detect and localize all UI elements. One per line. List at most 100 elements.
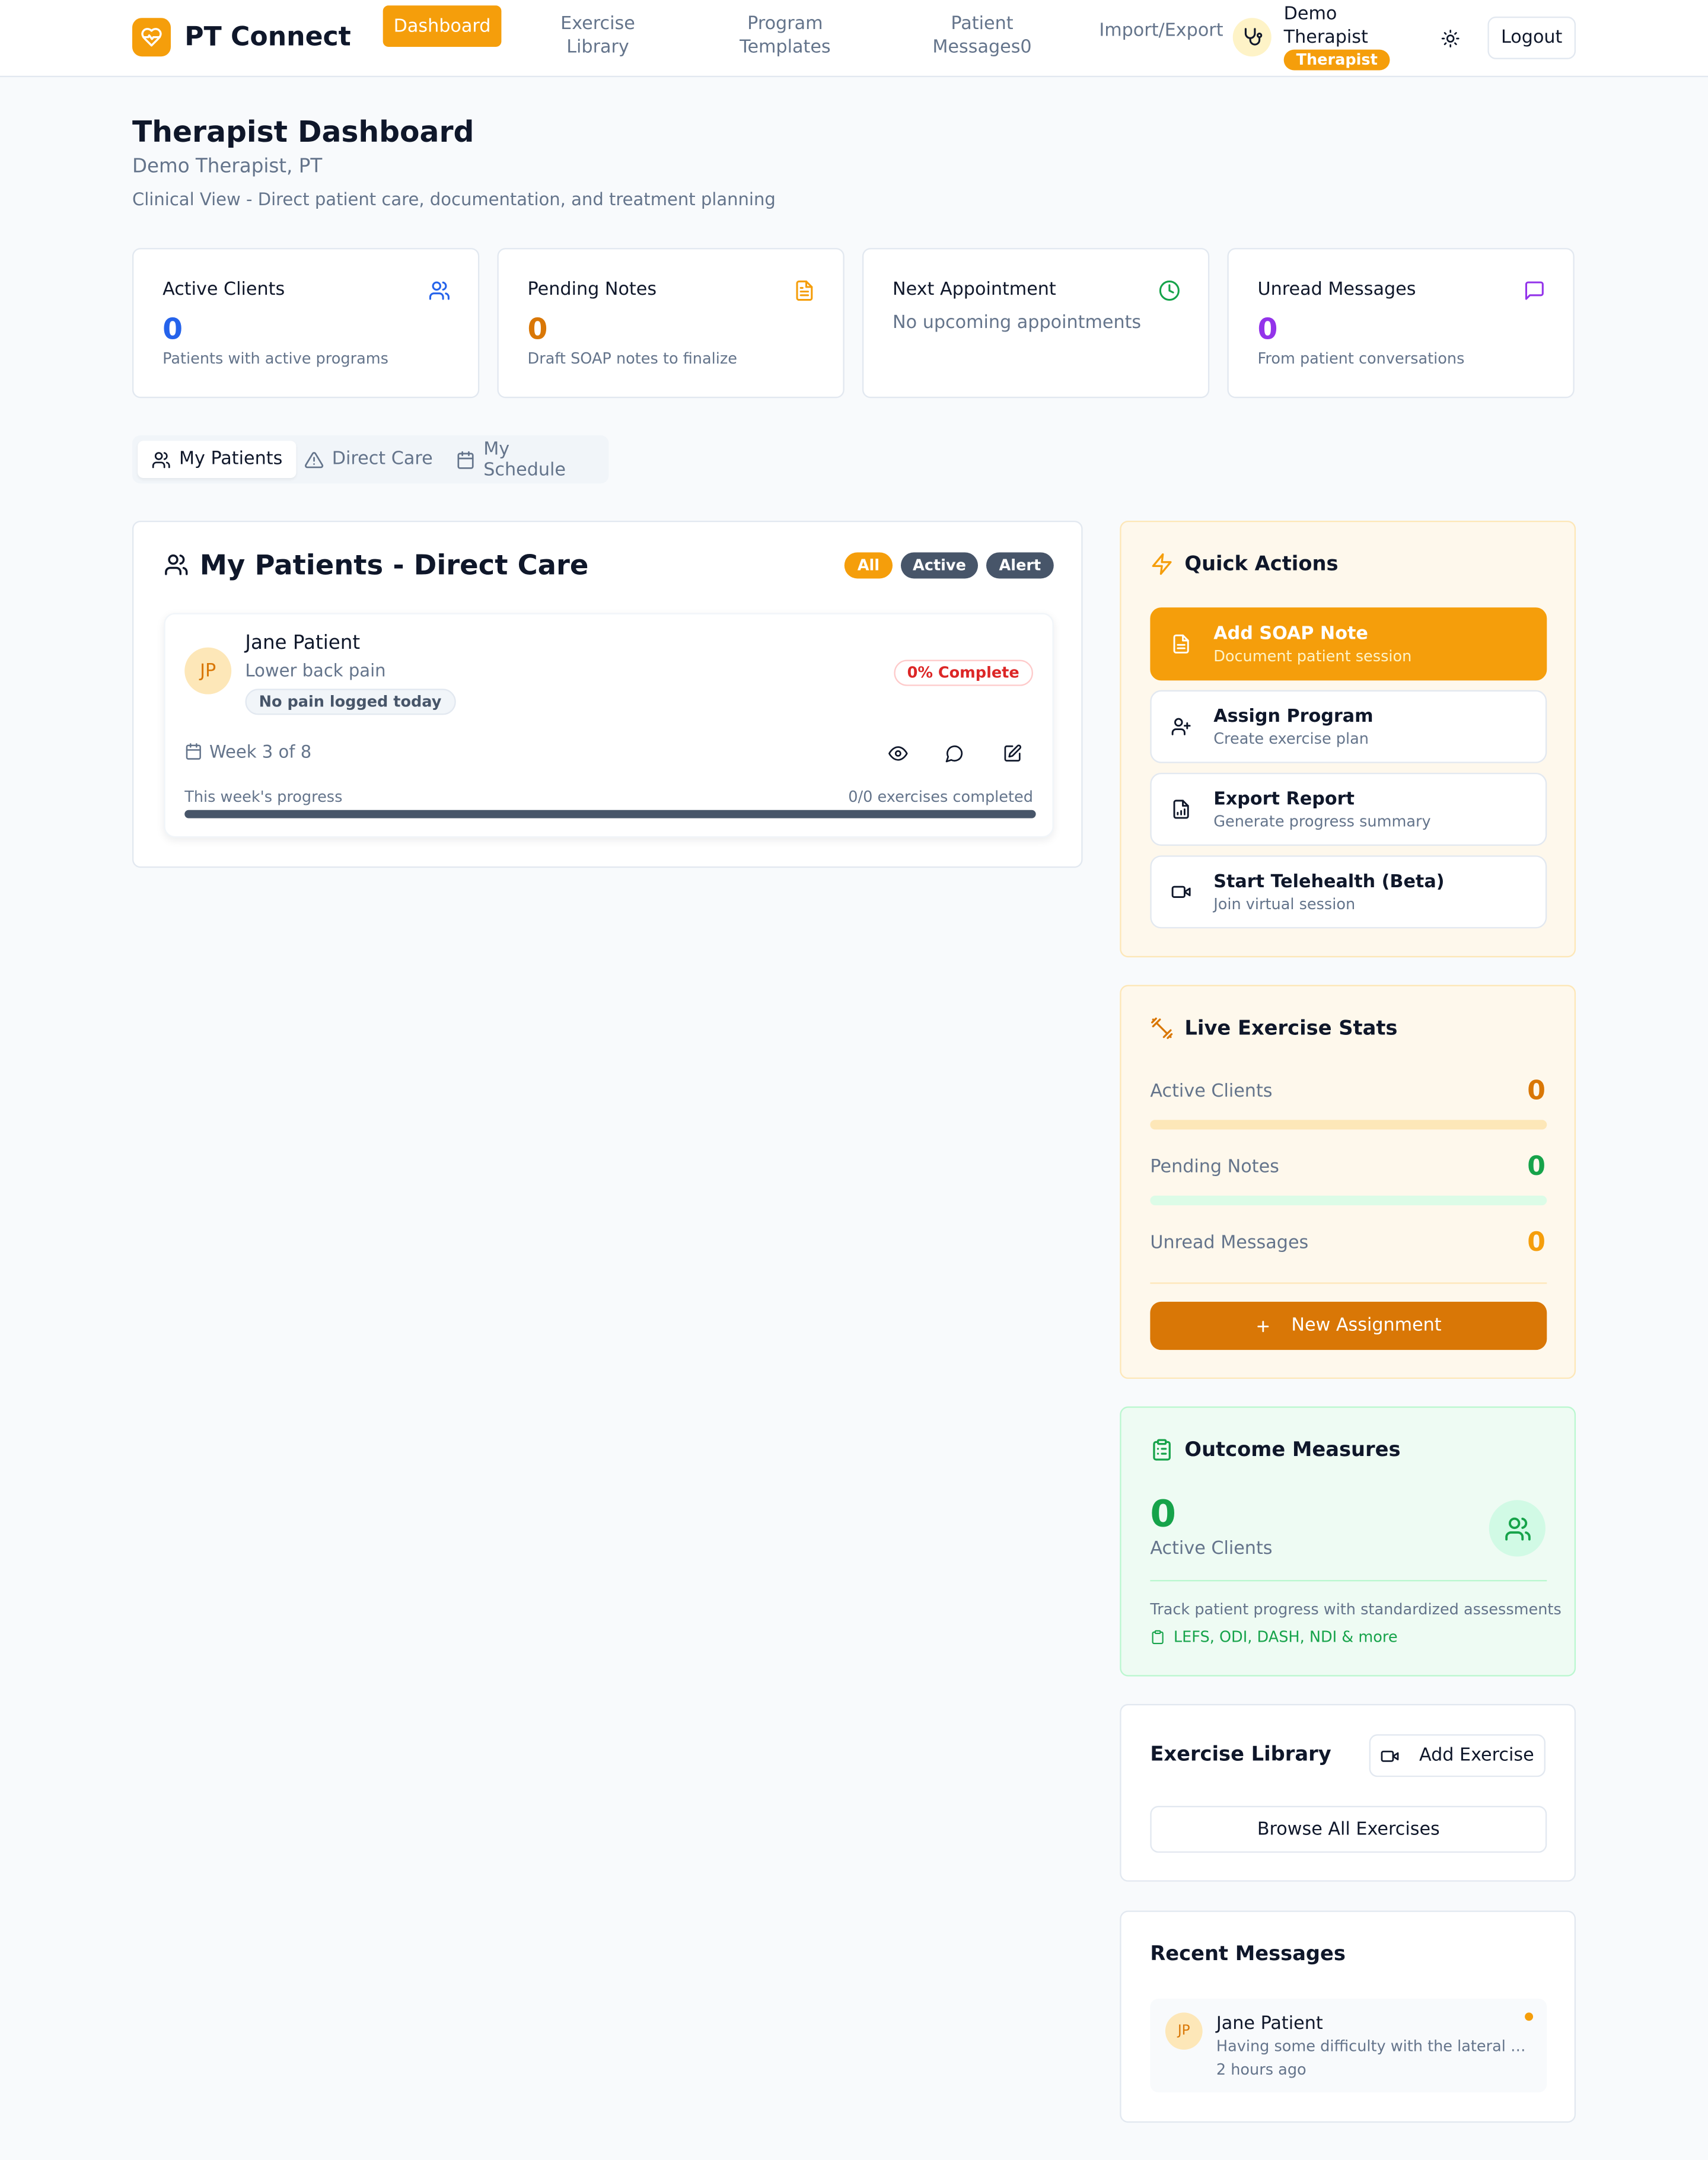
add-soap-note-button[interactable]: Add SOAP Note Document patient session [1150,607,1547,681]
file-chart-icon [1171,799,1193,821]
filter-active[interactable]: Active [900,552,979,579]
patient-name[interactable]: Jane Patient [245,632,360,654]
stat-value: 0 [162,313,183,346]
progress-label: This week's progress [184,788,343,806]
program-week: Week 3 of 8 [184,741,311,762]
nav-program-templates[interactable]: Program Templates [723,5,847,66]
action-sub: Create exercise plan [1213,729,1369,748]
patients-panel: My Patients - Direct Care All Active Ale… [132,520,1083,868]
outcome-label: Active Clients [1150,1538,1273,1560]
stat-label: Active Clients [1150,1081,1273,1103]
dumbbell-icon [1150,1017,1173,1040]
week-label: Week 3 of 8 [209,741,312,762]
completion-badge: 0% Complete [893,660,1033,686]
browse-all-exercises-button[interactable]: Browse All Exercises [1150,1805,1547,1853]
stat-card-next-appointment: Next Appointment No upcoming appointment… [862,248,1210,399]
stat-value: 0 [1527,1151,1546,1182]
stat-sub: From patient conversations [1257,349,1465,368]
message-sender: Jane Patient [1216,2014,1323,2035]
action-label: Export Report [1213,789,1355,810]
users-icon [428,279,450,301]
exercise-library-card: Exercise Library Add Exercise Browse All… [1120,1704,1576,1882]
clipboard-list-icon [1150,1438,1173,1461]
role-badge: Therapist [1283,49,1390,71]
eye-icon[interactable] [883,738,913,769]
progress-bar [184,810,1036,818]
stat-sub: Draft SOAP notes to finalize [527,349,737,368]
action-sub: Document patient session [1213,647,1412,665]
progress-count: 0/0 exercises completed [848,788,1033,806]
top-navigation-bar: PT Connect Dashboard Exercise Library Pr… [0,0,1708,78]
add-exercise-button[interactable]: Add Exercise [1369,1734,1546,1777]
nav-patient-messages[interactable]: Patient Messages0 [926,5,1038,66]
export-report-button[interactable]: Export Report Generate progress summary [1150,772,1547,846]
button-label: New Assignment [1291,1315,1442,1336]
stat-label: Active Clients [162,279,285,301]
alert-triangle-icon [304,450,324,469]
panel-title-text: My Patients - Direct Care [199,548,589,582]
message-item[interactable]: JP Jane Patient Having some difficulty w… [1150,1999,1547,2093]
nav-exercise-library[interactable]: Exercise Library [540,5,655,66]
stat-label: Pending Notes [1150,1157,1279,1178]
outcome-description: Track patient progress with standardized… [1150,1600,1562,1619]
patient-condition: Lower back pain [245,660,386,681]
stat-value: 0 [1257,313,1278,346]
tab-my-patients[interactable]: My Patients [138,441,297,478]
nav-import-export[interactable]: Import/Export [1099,5,1223,55]
clock-icon [1158,279,1180,301]
stat-sub: No upcoming appointments [893,313,1142,334]
edit-icon[interactable] [998,738,1028,769]
logout-button[interactable]: Logout [1487,16,1576,59]
sun-icon[interactable] [1436,25,1464,52]
app-name: PT Connect [184,22,351,53]
patient-card[interactable]: JP Jane Patient Lower back pain No pain … [164,613,1054,838]
stat-sub: Patients with active programs [162,349,388,368]
tab-label: My Patients [179,449,283,470]
button-label: Add Exercise [1419,1745,1534,1766]
outcome-value: 0 [1150,1493,1177,1536]
users-icon [164,552,189,577]
divider [1150,1282,1547,1284]
divider [1150,1580,1547,1582]
card-title-text: Quick Actions [1184,553,1339,575]
action-label: Assign Program [1213,706,1374,728]
page-title: Therapist Dashboard [132,116,474,149]
stat-label: Unread Messages [1257,279,1416,301]
card-title-text: Outcome Measures [1184,1438,1401,1461]
zap-icon [1150,552,1173,575]
stat-value: 0 [1527,1075,1546,1107]
tab-label: Direct Care [332,449,433,470]
stat-card-unread-messages: Unread Messages 0 From patient conversat… [1227,248,1575,399]
assign-program-button[interactable]: Assign Program Create exercise plan [1150,690,1547,763]
tab-direct-care[interactable]: Direct Care [291,441,447,478]
unread-indicator [1525,2012,1534,2021]
measures-text: LEFS, ODI, DASH, NDI & more [1173,1628,1398,1646]
clipboard-icon [1150,1630,1165,1645]
message-time: 2 hours ago [1216,2060,1307,2079]
card-title-text: Live Exercise Stats [1184,1017,1398,1040]
action-label: Add SOAP Note [1213,624,1368,645]
stat-bar [1150,1196,1547,1206]
message-circle-icon[interactable] [939,738,970,769]
avatar: JP [184,647,232,694]
action-sub: Join virtual session [1213,895,1356,913]
stat-value: 0 [1527,1227,1546,1258]
outcome-measures-list: LEFS, ODI, DASH, NDI & more [1150,1628,1398,1646]
stat-card-pending-notes: Pending Notes 0 Draft SOAP notes to fina… [497,248,845,399]
outcome-measures-card: Outcome Measures 0 Active Clients Track … [1120,1406,1576,1677]
card-title: Exercise Library [1150,1744,1331,1766]
avatar: JP [1165,2012,1203,2050]
tab-my-schedule[interactable]: My Schedule [442,439,609,480]
new-assignment-button[interactable]: New Assignment [1150,1301,1547,1350]
stat-bar [1150,1120,1547,1130]
brand[interactable]: PT Connect [132,18,351,57]
video-icon [1171,881,1193,903]
calendar-icon [184,743,202,760]
message-square-icon [1524,279,1546,301]
nav-dashboard[interactable]: Dashboard [383,5,502,47]
filter-alert[interactable]: Alert [986,552,1054,579]
filter-all[interactable]: All [844,552,893,579]
start-telehealth-button[interactable]: Start Telehealth (Beta) Join virtual ses… [1150,855,1547,929]
stethoscope-icon [1232,18,1272,57]
file-text-icon [1171,633,1193,655]
